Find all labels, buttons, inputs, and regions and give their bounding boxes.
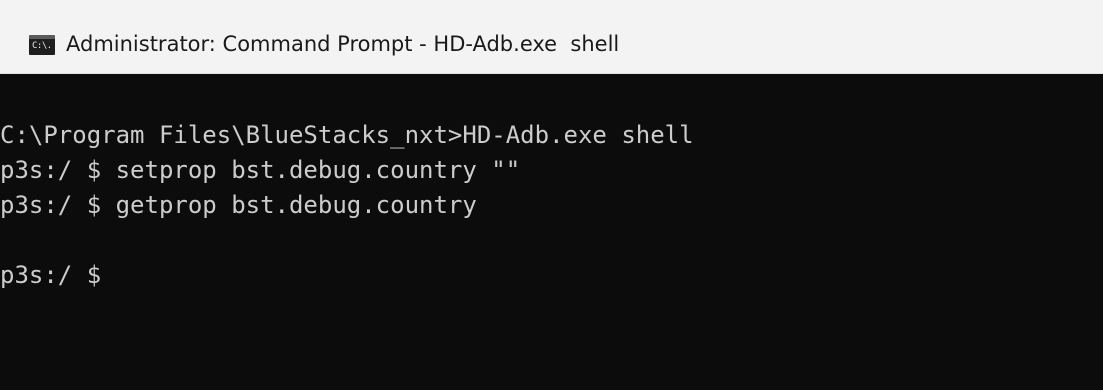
console-prompt-line[interactable]: p3s:/ $ bbox=[0, 258, 694, 293]
command-prompt-window: C:\. Administrator: Command Prompt - HD-… bbox=[0, 0, 1103, 390]
window-title: Administrator: Command Prompt - HD-Adb.e… bbox=[66, 32, 620, 56]
console-line: p3s:/ $ setprop bst.debug.country "" bbox=[0, 156, 521, 184]
console-lines: C:\Program Files\BlueStacks_nxt>HD-Adb.e… bbox=[0, 118, 694, 293]
title-bar[interactable]: C:\. Administrator: Command Prompt - HD-… bbox=[0, 0, 1103, 74]
console-line: C:\Program Files\BlueStacks_nxt>HD-Adb.e… bbox=[0, 121, 694, 149]
command-prompt-icon[interactable]: C:\. bbox=[29, 35, 55, 55]
console-line: p3s:/ $ getprop bst.debug.country bbox=[0, 191, 477, 219]
console-output-area[interactable]: C:\Program Files\BlueStacks_nxt>HD-Adb.e… bbox=[0, 74, 1103, 390]
command-prompt-icon-label: C:\. bbox=[32, 41, 52, 51]
